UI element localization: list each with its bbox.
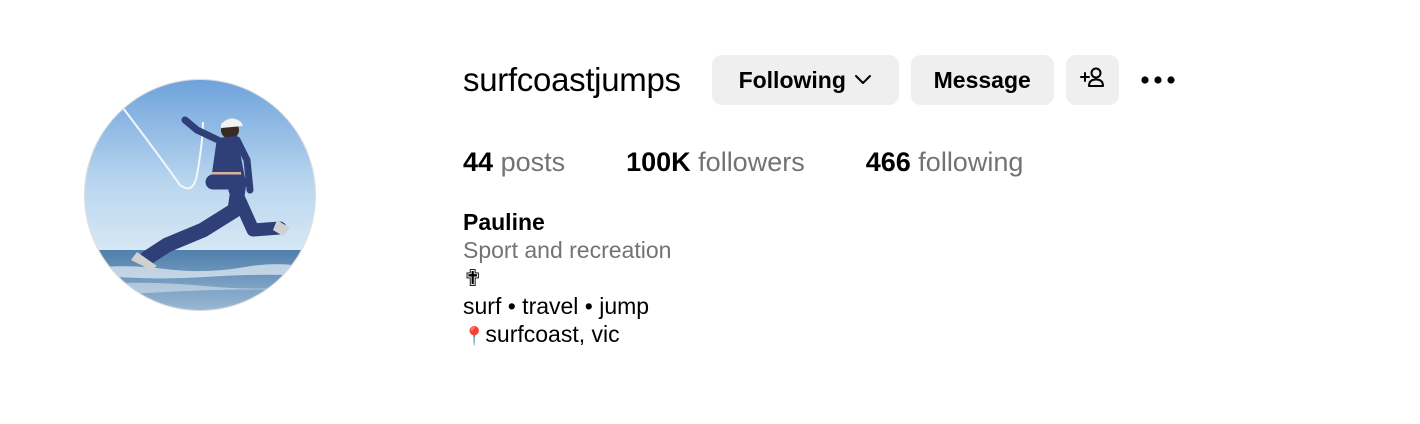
following-button[interactable]: Following [711,55,899,105]
profile-category[interactable]: Sport and recreation [463,236,671,264]
followers-stat[interactable]: 100K followers [626,147,805,178]
bio-line-tags: surf • travel • jump [463,293,650,319]
profile-actions-row: surfcoastjumps Following Message [463,55,1183,105]
profile-bio: Pauline Sport and recreation ✟ surf • tr… [463,208,671,348]
following-label: following [918,147,1024,177]
more-options-button[interactable] [1133,55,1183,105]
avatar[interactable] [84,79,316,311]
bio-line-cross: ✟ [463,265,483,291]
posts-count: 44 [463,147,494,177]
avatar-image [85,80,315,310]
profile-name: Pauline [463,209,545,235]
chevron-down-icon [854,74,872,86]
pin-icon: 📍 [463,326,486,346]
following-count: 466 [865,147,911,177]
followers-label: followers [698,147,805,177]
add-user-icon [1079,65,1105,95]
location-text: surfcoast, vic [485,321,620,347]
message-button-label: Message [933,66,1031,93]
posts-label: posts [500,147,566,177]
more-options-icon [1141,71,1175,89]
bio-line-location: 📍surfcoast, vic [463,320,671,348]
profile-stats: 44 posts 100K followers 466 following [463,147,1023,178]
following-stat[interactable]: 466 following [866,147,1024,178]
followers-count: 100K [626,147,691,177]
posts-stat: 44 posts [463,147,565,178]
username: surfcoastjumps [463,61,681,98]
message-button[interactable]: Message [910,55,1054,105]
suggested-users-button[interactable] [1065,55,1119,105]
following-button-label: Following [738,66,846,93]
